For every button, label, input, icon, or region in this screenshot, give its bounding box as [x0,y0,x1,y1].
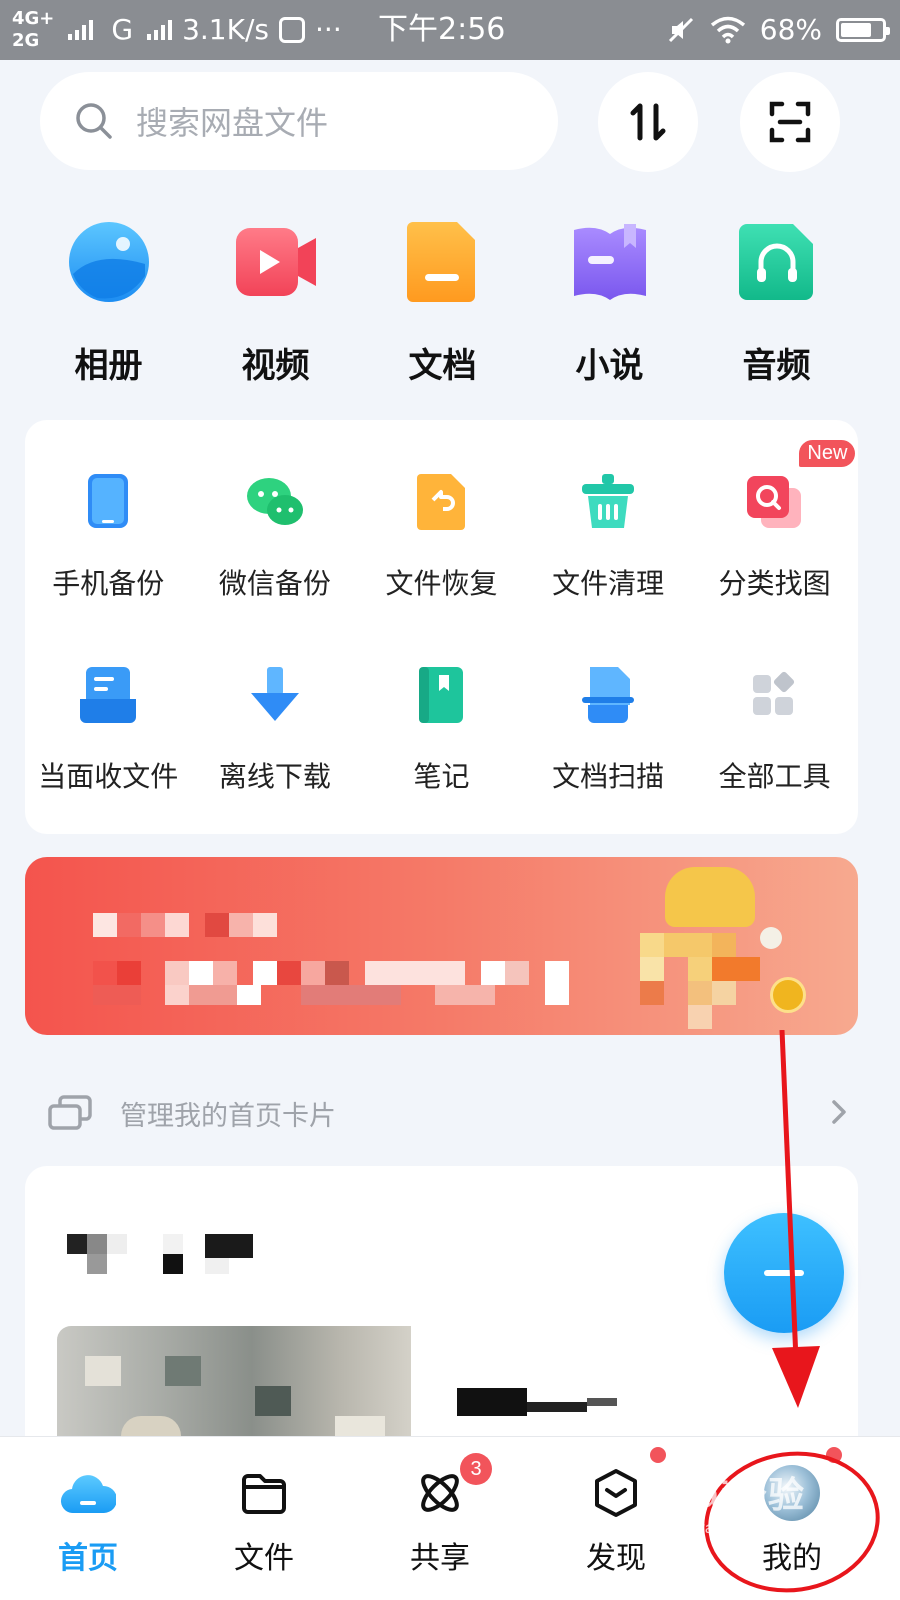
tool-notes[interactable]: 笔记 [358,665,525,795]
category-label: 相册 [74,346,143,386]
status-bar: 4G+ 2G G 3.1K/s ··· 下午2:56 68% [0,0,900,60]
nav-files[interactable]: 文件 [176,1437,352,1600]
tool-all-tools[interactable]: 全部工具 [691,665,858,795]
file-cleanup-icon [582,474,635,528]
category-audio[interactable]: 音频 [693,220,860,387]
category-label: 音频 [742,346,811,386]
clock: 下午2:56 [378,12,506,47]
tool-label: 手机备份 [52,567,165,600]
nav-home[interactable]: 首页 [0,1437,176,1600]
watermark: Bai经验 jingyan.baidu.com [672,1466,805,1538]
tool-phone-backup[interactable]: 手机备份 [25,472,192,602]
tool-label: 文件清理 [552,567,665,600]
tool-file-cleanup[interactable]: 文件清理 [525,472,692,602]
category-album[interactable]: 相册 [25,220,192,387]
tools-card: 手机备份 微信备份 文件恢复 文件清理 New 分类找图 当面收文件 离线下载 [25,420,858,834]
wifi-icon [710,16,745,44]
status-left: 4G+ 2G G 3.1K/s ··· [12,0,342,60]
nav-label: 发现 [586,1541,646,1576]
all-tools-icon [752,671,794,715]
tool-offline-download[interactable]: 离线下载 [192,665,359,795]
scan-button[interactable] [740,72,840,172]
tool-label: 全部工具 [718,760,831,793]
tool-label: 微信备份 [218,567,331,600]
offline-download-icon [250,667,299,721]
nav-label: 共享 [410,1541,470,1576]
doc-scan-icon [582,667,635,723]
home-cloud-icon [60,1465,116,1521]
novel-icon [573,224,646,300]
watermark-title: Bai经验 [672,1474,806,1515]
image-search-icon [746,476,801,528]
discover-box-icon [588,1465,644,1521]
discover-dot [650,1447,666,1463]
search-input[interactable]: 搜索网盘文件 [136,98,328,144]
signal-icon [68,20,94,40]
tool-image-search[interactable]: New 分类找图 [691,440,858,602]
new-badge: New [799,440,856,467]
tool-label: 离线下载 [218,760,331,793]
tool-receive-file[interactable]: 当面收文件 [25,665,192,795]
audio-icon [738,224,813,300]
tool-label: 当面收文件 [38,760,179,793]
tools-row-2: 当面收文件 离线下载 笔记 文档扫描 全部工具 [25,665,858,795]
battery-percent: 68% [759,13,822,46]
nav-label: 首页 [58,1541,118,1576]
receive-file-icon [80,667,137,723]
transfer-icon [630,103,666,141]
tool-label: 分类找图 [718,567,831,600]
tool-label: 文档扫描 [552,760,665,793]
manage-cards-label: 管理我的首页卡片 [120,1100,336,1132]
status-right: 68% [666,0,890,60]
notification-icon [279,17,306,43]
net-speed: 3.1K/s [182,13,270,46]
album-icon [68,222,149,302]
tools-row-1: 手机备份 微信备份 文件恢复 文件清理 New 分类找图 [25,440,858,602]
category-document[interactable]: 文档 [359,220,526,387]
transfer-list-button[interactable] [598,72,698,172]
network-type: 4G+ 2G [12,8,54,52]
tool-file-recovery[interactable]: 文件恢复 [358,472,525,602]
file-recovery-icon [417,474,466,530]
network-2g: 2G [12,30,40,51]
mute-icon [668,17,693,43]
more-dots: ··· [315,13,342,46]
tool-wechat-backup[interactable]: 微信备份 [192,472,359,602]
tool-doc-scan[interactable]: 文档扫描 [525,665,692,795]
nav-share[interactable]: 3 共享 [352,1437,528,1600]
phone-backup-icon [88,474,129,528]
recent-files-card[interactable] [25,1166,858,1466]
document-icon [406,222,475,302]
promo-banner[interactable] [25,857,858,1035]
tool-label: 文件恢复 [385,567,498,600]
network-g: G [111,13,134,46]
category-label: 文档 [408,346,477,386]
scan-icon [769,101,811,143]
cards-icon [48,1095,92,1130]
manage-home-cards[interactable]: 管理我的首页卡片 [48,1088,848,1138]
watermark-sub: jingyan.baidu.com [672,1520,801,1537]
signal-icon-2 [147,20,173,40]
red-arrow-annotation [772,1030,820,1408]
notes-icon [419,667,464,723]
network-4g: 4G+ [12,8,55,29]
tool-label: 笔记 [413,760,470,793]
category-row: 相册 视频 文档 小说 音频 [25,220,860,387]
nav-label: 文件 [234,1541,294,1576]
category-label: 视频 [241,346,310,386]
share-atom-icon [412,1465,468,1521]
category-novel[interactable]: 小说 [526,220,693,387]
category-video[interactable]: 视频 [192,220,359,387]
battery-icon [836,18,890,42]
share-count-badge: 3 [460,1453,492,1485]
wechat-backup-icon [246,478,303,525]
search-bar[interactable]: 搜索网盘文件 [40,72,558,170]
search-icon [76,103,112,139]
folder-icon [236,1465,292,1521]
video-icon [235,228,316,296]
category-label: 小说 [575,346,644,386]
